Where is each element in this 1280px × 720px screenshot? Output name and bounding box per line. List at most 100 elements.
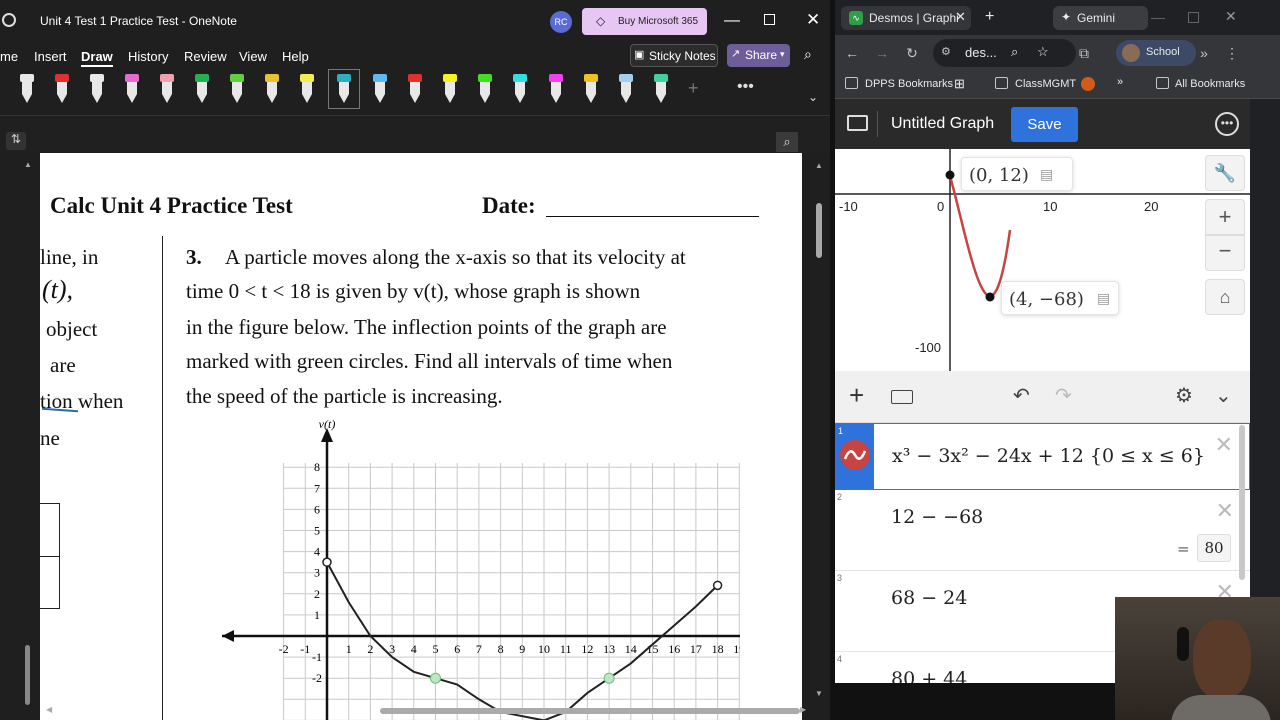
buy-microsoft-button[interactable]: ◇ Buy Microsoft 365	[582, 8, 707, 35]
scroll-right-icon[interactable]: ▶	[800, 705, 806, 714]
tab-home[interactable]: me	[0, 49, 18, 64]
site-settings-icon[interactable]: ⚙	[941, 45, 951, 58]
graph-title[interactable]: Untitled Graph	[891, 115, 994, 133]
tab-review[interactable]: Review	[184, 49, 227, 64]
maximize-icon[interactable]	[764, 14, 775, 25]
minimize-icon[interactable]: —	[724, 12, 740, 30]
back-arrow-icon[interactable]: ←	[843, 44, 861, 62]
pen-tool[interactable]	[121, 74, 143, 104]
add-item-icon[interactable]: +	[849, 382, 864, 408]
pen-tool[interactable]	[404, 74, 426, 104]
apps-grid-icon[interactable]: ⊞	[954, 76, 965, 92]
redo-icon[interactable]: ↷	[1055, 383, 1072, 408]
tab-insert[interactable]: Insert	[34, 49, 67, 64]
scroll-up-icon[interactable]: ▲	[24, 160, 32, 169]
point-0-12[interactable]	[945, 170, 955, 180]
horizontal-scroll-thumb[interactable]	[380, 708, 800, 714]
settings-gear-icon[interactable]: ⚙	[1175, 383, 1193, 408]
scroll-up-icon[interactable]: ▲	[815, 161, 823, 170]
pen-tool[interactable]	[615, 74, 637, 104]
pen-tool[interactable]	[439, 74, 461, 104]
keyboard-icon[interactable]	[891, 390, 913, 404]
curve-color-icon[interactable]	[840, 440, 870, 470]
zoom-out-icon[interactable]: −	[1205, 235, 1245, 271]
point-label-tooltip[interactable]: (4, −68) ▤	[1001, 281, 1119, 315]
tab-draw[interactable]: Draw	[81, 49, 113, 67]
profile-button[interactable]: School	[1116, 40, 1196, 66]
point-4-neg68[interactable]	[985, 292, 995, 302]
bookmark-dpps[interactable]: DPPS Bookmarks	[865, 78, 953, 90]
maximize-icon[interactable]	[1188, 12, 1199, 23]
pen-tool[interactable]	[650, 74, 672, 104]
user-avatar[interactable]: RC	[550, 11, 572, 33]
minimize-icon[interactable]: —	[1151, 9, 1165, 25]
pen-tool[interactable]	[474, 74, 496, 104]
pen-tool[interactable]	[51, 74, 73, 104]
expression-input[interactable]: x³ − 3x² − 24x + 12 {0 ≤ x ≤ 6}	[892, 445, 1205, 467]
desmos-graph-paper[interactable]: -10 0 10 20 -100 (0, 12) ▤ (4, −68) ▤ 🔧 …	[835, 149, 1250, 371]
back-icon[interactable]	[2, 13, 16, 27]
pen-tool[interactable]	[191, 74, 213, 104]
kebab-menu-icon[interactable]: ⋮	[1223, 44, 1241, 62]
more-tools-icon[interactable]: •••	[737, 78, 754, 96]
close-tab-icon[interactable]: ✕	[955, 9, 966, 25]
home-icon[interactable]: ⌂	[1205, 279, 1245, 315]
pen-tool[interactable]	[369, 74, 391, 104]
scroll-left-icon[interactable]: ◀	[46, 705, 52, 714]
sort-icon[interactable]: ⇅	[6, 132, 26, 150]
basketball-icon[interactable]	[1081, 77, 1095, 91]
expression-row-1[interactable]: 1 x³ − 3x² − 24x + 12 {0 ≤ x ≤ 6} ✕	[835, 423, 1250, 490]
copy-label-icon[interactable]: ▤	[1040, 166, 1053, 183]
bookmark-all[interactable]: All Bookmarks	[1175, 78, 1245, 90]
bookmark-classmgmt[interactable]: ClassMGMT	[1015, 78, 1076, 90]
expression-row-2[interactable]: 2 12 − −68 ✕ = 80	[835, 490, 1250, 571]
close-icon[interactable]: ✕	[1225, 8, 1237, 25]
zoom-in-icon[interactable]: +	[1205, 199, 1245, 235]
graph-settings-wrench-icon[interactable]: 🔧	[1205, 155, 1245, 191]
expression-input[interactable]: 12 − −68	[891, 506, 983, 528]
sticky-notes-button[interactable]: ▣ Sticky Notes	[630, 44, 718, 67]
point-label-tooltip[interactable]: (0, 12) ▤	[961, 157, 1073, 191]
pen-tool[interactable]	[261, 74, 283, 104]
pen-tool[interactable]	[226, 74, 248, 104]
left-scrollbar[interactable]: ▲	[24, 160, 32, 720]
tab-desmos[interactable]: ∿ Desmos | Graphi ✕	[841, 6, 971, 30]
more-options-icon[interactable]: •••	[1215, 112, 1239, 136]
open-graph-folder-icon[interactable]	[847, 115, 868, 131]
pen-tool[interactable]	[156, 74, 178, 104]
pen-tool[interactable]	[86, 74, 108, 104]
horizontal-scrollbar[interactable]: ◀ ▶	[40, 705, 810, 717]
left-scroll-thumb[interactable]	[25, 645, 30, 705]
more-chevron-icon[interactable]: »	[1195, 44, 1213, 62]
feedback-icon[interactable]: ⌕	[804, 46, 812, 63]
scroll-down-icon[interactable]: ▼	[815, 689, 823, 698]
page-scrollbar[interactable]: ▲ ▼	[811, 153, 827, 708]
expression-scroll-thumb[interactable]	[1239, 425, 1245, 580]
share-button[interactable]: ↗ Share ▾	[727, 44, 790, 67]
zoom-icon[interactable]: ⌕	[1011, 44, 1018, 60]
pen-tool[interactable]	[580, 74, 602, 104]
close-icon[interactable]: ✕	[806, 10, 820, 30]
delete-expression-icon[interactable]: ✕	[1216, 498, 1234, 524]
tab-help[interactable]: Help	[282, 49, 309, 64]
expression-input[interactable]: 68 − 24	[891, 587, 967, 609]
pen-tool[interactable]	[545, 74, 567, 104]
collapse-ribbon-icon[interactable]: ⌄	[808, 90, 818, 104]
extensions-icon[interactable]: ⧉	[1075, 44, 1093, 62]
new-tab-icon[interactable]: +	[985, 8, 994, 26]
tab-history[interactable]: History	[128, 49, 168, 64]
bookmark-star-icon[interactable]: ☆	[1037, 44, 1049, 60]
pen-tool[interactable]	[509, 74, 531, 104]
forward-arrow-icon[interactable]: →	[873, 44, 891, 62]
more-bookmarks-icon[interactable]: »	[1117, 76, 1123, 88]
add-pen-icon[interactable]: +	[688, 78, 699, 99]
address-bar[interactable]: ⚙ des... ⌕ ☆	[933, 39, 1076, 67]
pen-tool[interactable]	[296, 74, 318, 104]
tab-view[interactable]: View	[239, 49, 267, 64]
tab-gemini[interactable]: ✦ Gemini	[1053, 6, 1148, 30]
delete-expression-icon[interactable]: ✕	[1215, 432, 1233, 458]
reload-icon[interactable]: ↻	[903, 44, 921, 62]
search-icon[interactable]: ⌕	[776, 132, 798, 152]
copy-label-icon[interactable]: ▤	[1097, 290, 1110, 307]
collapse-list-icon[interactable]: ⌄	[1215, 383, 1232, 408]
